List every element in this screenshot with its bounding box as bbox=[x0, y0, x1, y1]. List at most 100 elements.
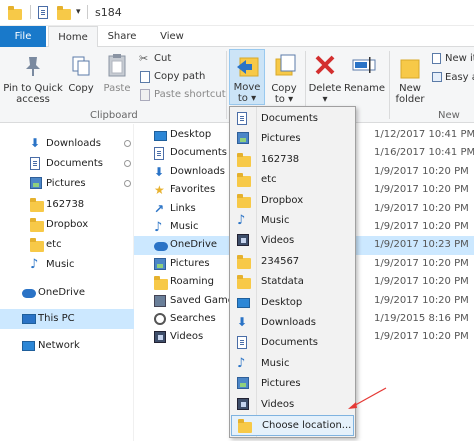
nav-item[interactable]: 162738 bbox=[0, 195, 134, 215]
move-to-menu-item[interactable]: ⬇ Downloads bbox=[231, 313, 354, 333]
tab-file[interactable]: File bbox=[0, 26, 46, 47]
copy-path-button[interactable]: Copy path bbox=[137, 70, 225, 85]
nav-item-label: OneDrive bbox=[38, 287, 86, 298]
nav-item[interactable]: Pictures bbox=[0, 174, 134, 194]
delete-button[interactable]: Delete ▾ bbox=[308, 49, 342, 107]
menu-item-label: Videos bbox=[261, 398, 295, 410]
menu-item-label: Statdata bbox=[261, 276, 304, 288]
new-folder-qa-icon[interactable] bbox=[57, 6, 71, 20]
menu-item-label: Pictures bbox=[261, 133, 301, 145]
menu-item-label: Music bbox=[261, 357, 290, 369]
rename-icon bbox=[352, 57, 376, 73]
file-date-modified: 1/16/2017 10:41 PM bbox=[374, 147, 474, 159]
file-name: Videos bbox=[170, 331, 204, 343]
nav-item-label: 162738 bbox=[46, 199, 85, 210]
rename-button[interactable]: Rename bbox=[344, 49, 385, 107]
move-to-menu-item[interactable]: 234567 bbox=[231, 252, 354, 272]
file-name: Music bbox=[170, 221, 199, 232]
folder-icon bbox=[30, 238, 44, 252]
nav-item[interactable]: Network bbox=[0, 336, 134, 356]
move-to-menu-item[interactable]: Videos bbox=[231, 231, 354, 251]
folder-icon bbox=[237, 152, 251, 167]
new-item-button[interactable]: New it bbox=[430, 52, 474, 67]
new-folder-button[interactable]: New folder bbox=[392, 49, 428, 107]
download-icon: ⬇ bbox=[30, 136, 41, 150]
link-icon: ↗ bbox=[154, 201, 165, 216]
move-to-menu-item[interactable]: 162738 bbox=[231, 150, 354, 170]
paste-shortcut-icon bbox=[140, 89, 150, 101]
file-name: Downloads bbox=[170, 165, 225, 177]
nav-item[interactable]: ⬇ Downloads bbox=[0, 134, 134, 154]
copy-label: Copy bbox=[68, 83, 94, 94]
tab-share[interactable]: Share bbox=[100, 26, 144, 47]
nav-item[interactable]: This PC bbox=[0, 309, 134, 329]
file-date-modified: 1/19/2015 8:16 PM bbox=[374, 313, 469, 324]
music-icon: ♪ bbox=[30, 257, 39, 272]
nav-item[interactable]: Dropbox bbox=[0, 215, 134, 235]
nav-item-label: Network bbox=[38, 340, 80, 351]
folder-icon bbox=[8, 6, 22, 20]
paste-button[interactable]: Paste bbox=[100, 49, 134, 107]
pin-to-quick-access-button[interactable]: Pin to Quick access bbox=[2, 49, 64, 107]
pin-label-line1: Pin to Quick bbox=[3, 83, 63, 94]
download-icon: ⬇ bbox=[154, 164, 165, 179]
star-icon: ★ bbox=[154, 183, 165, 198]
file-name: Links bbox=[170, 202, 196, 214]
file-date-modified: 1/9/2017 10:23 PM bbox=[374, 239, 469, 251]
search-icon bbox=[154, 313, 166, 325]
move-to-dropdown: Documents Pictures 162738 etc Dropbox ♪ Music V… bbox=[229, 106, 356, 438]
folder-icon bbox=[154, 276, 168, 291]
move-to-menu-item[interactable]: etc bbox=[231, 170, 354, 190]
cut-button[interactable]: ✂ Cut bbox=[137, 52, 225, 67]
file-name: Searches bbox=[170, 313, 216, 324]
easy-access-button[interactable]: Easy ac bbox=[430, 71, 474, 86]
tab-view[interactable]: View bbox=[150, 26, 194, 47]
saved-games-icon bbox=[154, 294, 166, 307]
menu-item-label: Desktop bbox=[261, 296, 303, 308]
move-to-menu-item[interactable]: Documents bbox=[231, 333, 354, 353]
copy-icon bbox=[72, 56, 90, 76]
move-to-menu-item[interactable]: Videos bbox=[231, 395, 354, 415]
menu-item-label: Pictures bbox=[261, 378, 301, 390]
move-to-menu-item[interactable]: Pictures bbox=[231, 129, 354, 149]
videos-icon bbox=[237, 234, 249, 247]
nav-item[interactable]: etc bbox=[0, 235, 134, 255]
move-to-menu-item[interactable]: Pictures bbox=[231, 374, 354, 394]
videos-icon bbox=[154, 331, 166, 344]
tab-home[interactable]: Home bbox=[48, 26, 98, 48]
menu-item-label: etc bbox=[261, 174, 277, 186]
choose-location-label: Choose location... bbox=[262, 420, 352, 431]
move-to-menu-item[interactable]: Documents bbox=[231, 109, 354, 129]
pinned-icon bbox=[124, 180, 131, 187]
move-to-menu-item[interactable]: ♪ Music bbox=[231, 354, 354, 374]
folder-icon bbox=[237, 193, 251, 208]
paste-shortcut-label: Paste shortcut bbox=[154, 89, 226, 100]
paste-shortcut-button[interactable]: Paste shortcut bbox=[137, 88, 226, 103]
menu-item-label: Documents bbox=[261, 337, 319, 349]
pictures-icon bbox=[154, 257, 166, 270]
move-to-menu-item[interactable]: Desktop bbox=[231, 293, 354, 313]
pinned-icon bbox=[124, 140, 131, 147]
navigation-pane: ⬇ Downloads Documents Pictures 162738 Dropbox… bbox=[0, 124, 134, 441]
copy-path-icon bbox=[140, 71, 150, 83]
move-to-menu-item[interactable]: ♪ Music bbox=[231, 211, 354, 231]
nav-item[interactable]: ♪ Music bbox=[0, 255, 134, 275]
move-to-button[interactable]: Move to ▾ bbox=[229, 49, 265, 105]
copy-to-button[interactable]: Copy to ▾ bbox=[267, 49, 301, 107]
copy-button[interactable]: Copy bbox=[65, 49, 97, 107]
nav-item[interactable]: Documents bbox=[0, 154, 134, 174]
choose-location-menu-item[interactable]: Choose location... bbox=[231, 415, 354, 436]
nav-item-label: etc bbox=[46, 239, 62, 250]
music-icon: ♪ bbox=[237, 213, 246, 228]
title-bar: ▾ s184 bbox=[0, 0, 474, 26]
nav-item[interactable]: OneDrive bbox=[0, 283, 134, 303]
customize-qa-icon[interactable]: ▾ bbox=[76, 7, 81, 17]
pin-icon bbox=[26, 57, 40, 76]
move-to-menu-item[interactable]: Dropbox bbox=[231, 191, 354, 211]
documents-icon bbox=[154, 147, 164, 161]
properties-icon[interactable] bbox=[38, 6, 48, 19]
pin-label-line2: access bbox=[16, 94, 50, 105]
menu-item-label: Downloads bbox=[261, 317, 316, 328]
file-date-modified: 1/9/2017 10:20 PM bbox=[374, 257, 469, 269]
move-to-menu-item[interactable]: Statdata bbox=[231, 272, 354, 292]
